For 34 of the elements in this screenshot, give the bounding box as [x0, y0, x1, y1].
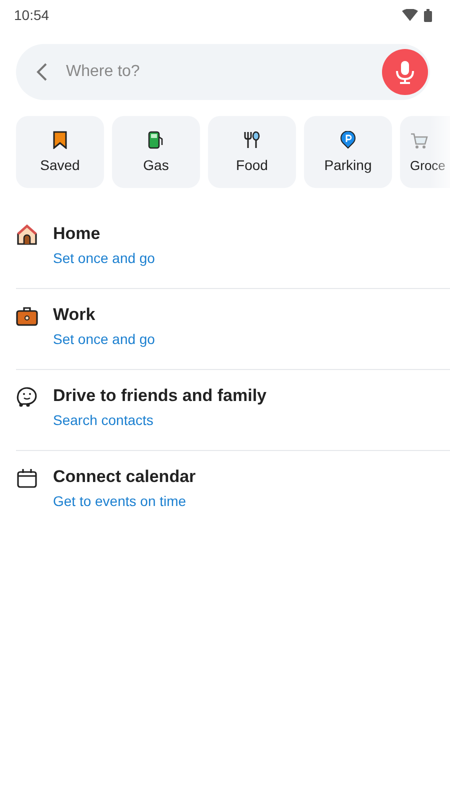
list-item[interactable]: Drive to friends and family Search contacts	[16, 370, 450, 451]
fork-spoon-icon	[243, 131, 261, 149]
parking-pin-icon	[340, 131, 356, 149]
category-chip[interactable]: Gas	[112, 116, 200, 188]
list-item[interactable]: Home Set once and go	[16, 208, 450, 289]
back-icon[interactable]	[36, 63, 48, 81]
category-chip[interactable]: Saved	[16, 116, 104, 188]
category-chip[interactable]: Food	[208, 116, 296, 188]
list-item[interactable]: Work Set once and go	[16, 289, 450, 370]
wifi-icon	[402, 9, 418, 21]
gas-pump-icon	[147, 131, 165, 149]
item-title: Drive to friends and family	[53, 386, 266, 406]
briefcase-icon	[16, 305, 38, 327]
item-subtitle: Search contacts	[53, 412, 154, 428]
status-time: 10:54	[14, 7, 50, 23]
item-title: Connect calendar	[53, 467, 196, 487]
bookmark-icon	[53, 131, 67, 149]
category-chip[interactable]: Groce	[400, 116, 450, 188]
item-subtitle: Set once and go	[53, 250, 155, 266]
category-chip[interactable]: Parking	[304, 116, 392, 188]
search-field[interactable]: Where to?	[64, 62, 382, 82]
calendar-icon	[16, 467, 38, 489]
item-subtitle: Set once and go	[53, 331, 155, 347]
item-subtitle: Get to events on time	[53, 493, 188, 509]
battery-icon	[424, 8, 432, 22]
smiley-icon	[16, 386, 38, 408]
search-bar[interactable]: Where to?	[16, 44, 430, 100]
microphone-icon	[395, 60, 415, 84]
item-title: Work	[53, 305, 96, 325]
cart-icon	[410, 132, 428, 150]
list-item[interactable]: Connect calendar Get to events on time	[16, 451, 450, 531]
microphone-button[interactable]	[382, 49, 428, 95]
house-icon	[16, 224, 38, 246]
item-title: Home	[53, 224, 102, 244]
